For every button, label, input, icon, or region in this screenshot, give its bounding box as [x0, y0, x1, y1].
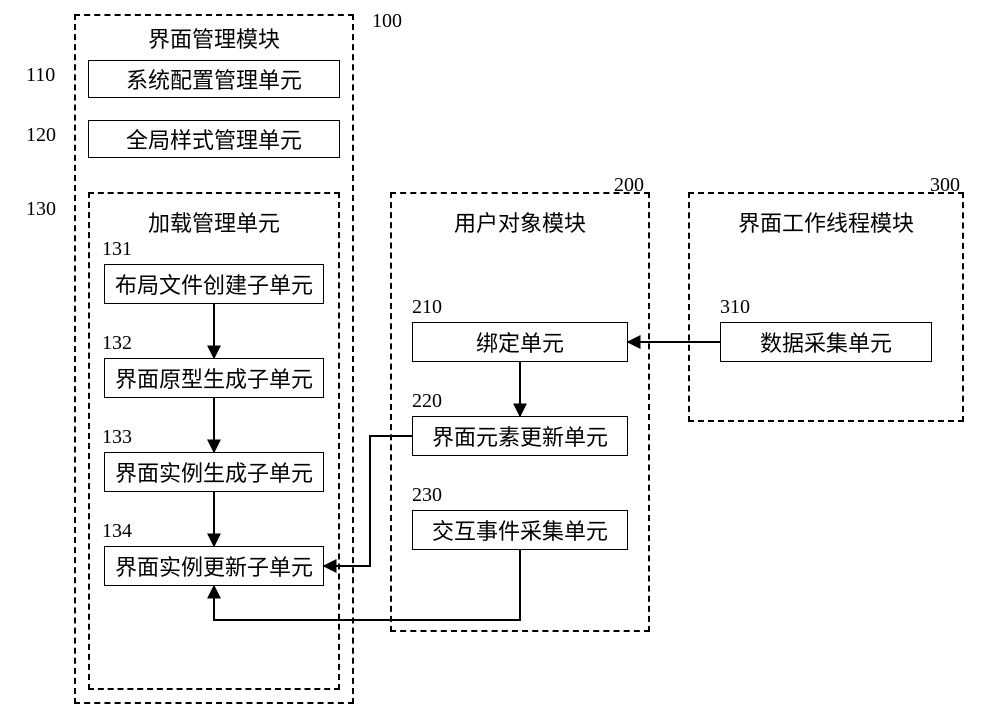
box-131-ref: 131 [102, 238, 132, 261]
module-300-ref: 300 [930, 174, 960, 197]
box-133-ref: 133 [102, 426, 132, 449]
module-200-ref: 200 [614, 174, 644, 197]
submodule-130-ref: 130 [26, 198, 56, 221]
submodule-130-title: 加载管理单元 [88, 206, 340, 238]
box-134: 界面实例更新子单元 [104, 546, 324, 586]
box-120-ref: 120 [26, 124, 56, 147]
box-131-label: 布局文件创建子单元 [115, 268, 313, 300]
box-210: 绑定单元 [412, 322, 628, 362]
box-133: 界面实例生成子单元 [104, 452, 324, 492]
box-220-ref: 220 [412, 390, 442, 413]
box-210-ref: 210 [412, 296, 442, 319]
box-310-label: 数据采集单元 [760, 326, 892, 358]
box-134-ref: 134 [102, 520, 132, 543]
box-131: 布局文件创建子单元 [104, 264, 324, 304]
box-230-label: 交互事件采集单元 [432, 514, 608, 546]
box-133-label: 界面实例生成子单元 [115, 456, 313, 488]
box-132: 界面原型生成子单元 [104, 358, 324, 398]
box-310: 数据采集单元 [720, 322, 932, 362]
box-230-ref: 230 [412, 484, 442, 507]
module-100-ref: 100 [372, 10, 402, 33]
box-210-label: 绑定单元 [476, 326, 564, 358]
box-220-label: 界面元素更新单元 [432, 420, 608, 452]
module-200-title: 用户对象模块 [390, 206, 650, 238]
box-132-ref: 132 [102, 332, 132, 355]
box-132-label: 界面原型生成子单元 [115, 362, 313, 394]
box-110: 系统配置管理单元 [88, 60, 340, 98]
diagram-canvas: 界面管理模块 100 系统配置管理单元 110 全局样式管理单元 120 加载管… [0, 0, 1000, 724]
module-300-title: 界面工作线程模块 [688, 206, 964, 238]
box-110-ref: 110 [26, 64, 55, 87]
box-120-label: 全局样式管理单元 [126, 123, 302, 155]
box-120: 全局样式管理单元 [88, 120, 340, 158]
box-220: 界面元素更新单元 [412, 416, 628, 456]
box-134-label: 界面实例更新子单元 [115, 550, 313, 582]
box-110-label: 系统配置管理单元 [126, 63, 302, 95]
module-100-title: 界面管理模块 [74, 22, 354, 54]
box-310-ref: 310 [720, 296, 750, 319]
box-230: 交互事件采集单元 [412, 510, 628, 550]
